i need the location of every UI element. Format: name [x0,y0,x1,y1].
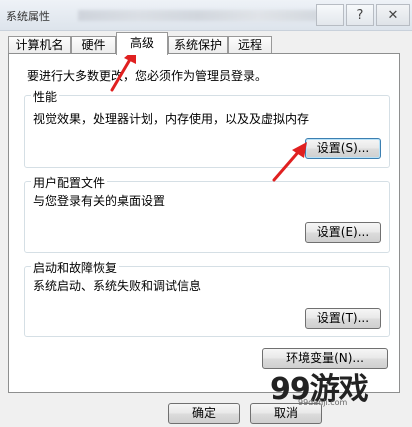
minimize-button[interactable] [316,4,344,26]
watermark-logo: 99游戏 99danji.com [270,364,369,408]
tab-computer-name[interactable]: 计算机名 [8,36,71,54]
window-title: 系统属性 [6,10,50,23]
close-icon: ✕ [387,7,399,23]
ok-button[interactable]: 确定 [168,403,240,424]
tab-system-protection[interactable]: 系统保护 [168,36,228,54]
blurred-title-region [78,10,318,21]
tab-hardware[interactable]: 硬件 [71,36,116,54]
startup-recovery-description: 系统启动、系统失败和调试信息 [33,279,202,293]
admin-notice: 要进行大多数更改，您必须作为管理员登录。 [27,69,268,83]
performance-title: 性能 [31,88,60,105]
close-button[interactable]: ✕ [376,4,410,26]
help-icon: ? [356,7,364,23]
startup-recovery-settings-button[interactable]: 设置(T)... [305,308,381,329]
tab-advanced[interactable]: 高级 [116,32,168,55]
startup-recovery-group: 启动和故障恢复 系统启动、系统失败和调试信息 设置(T)... [24,259,390,337]
user-profiles-group: 用户配置文件 与您登录有关的桌面设置 设置(E)... [24,174,390,253]
watermark-sub-text: 99danji.com [298,398,348,407]
performance-description: 视觉效果，处理器计划，内存使用，以及及虚拟内存 [33,112,310,126]
user-profiles-title: 用户配置文件 [31,174,108,191]
user-profiles-description: 与您登录有关的桌面设置 [33,194,166,208]
title-bar: 系统属性 ? ✕ [0,0,412,31]
tab-remote[interactable]: 远程 [228,36,272,54]
startup-recovery-title: 启动和故障恢复 [31,259,120,276]
help-button[interactable]: ? [346,4,374,26]
performance-group: 性能 视觉效果，处理器计划，内存使用，以及及虚拟内存 设置(S)... [24,88,390,168]
performance-settings-button[interactable]: 设置(S)... [305,138,381,159]
user-profiles-settings-button[interactable]: 设置(E)... [305,222,381,243]
